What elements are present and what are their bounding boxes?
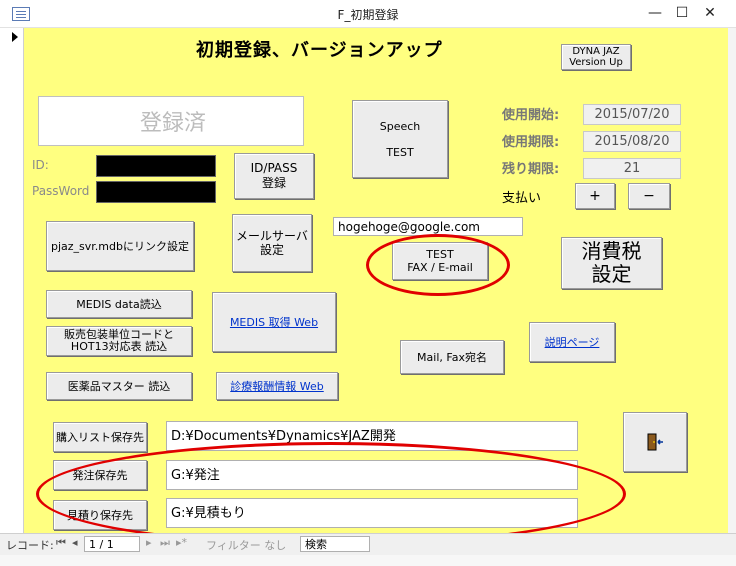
speech-test-button[interactable]: Speech TEST [352,100,448,178]
dyna-jaz-version-up-button[interactable]: DYNA JAZ Version Up [561,44,631,70]
order-path-field[interactable]: G:¥発注 [166,460,578,490]
order-save-button[interactable]: 発注保存先 [53,460,147,490]
remaining-label: 残り期限: [502,162,560,177]
exit-door-icon [647,433,663,451]
usage-end-label: 使用期限: [502,135,560,150]
drug-master-load-button[interactable]: 医薬品マスター 読込 [46,372,192,400]
id-field[interactable] [96,155,216,177]
medis-data-load-button[interactable]: MEDIS data読込 [46,290,192,318]
password-label: PassWord [32,184,90,198]
explain-page-link[interactable]: 説明ページ [545,336,600,349]
estimate-save-button[interactable]: 見積り保存先 [53,500,147,530]
hot13-load-button[interactable]: 販売包装単位コードと HOT13対応表 読込 [46,326,192,356]
last-record-icon[interactable]: ⏭ [160,536,170,550]
estimate-path-field[interactable]: G:¥見積もり [166,498,578,528]
consumption-tax-setting-button[interactable]: 消費税 設定 [561,237,662,289]
first-record-icon[interactable]: ⏮ [56,536,66,550]
purchase-list-path-field[interactable]: D:¥Documents¥Dynamics¥JAZ開発 [166,421,578,451]
explain-page-button[interactable]: 説明ページ [529,322,615,362]
filter-status[interactable]: フィルター なし [206,537,286,553]
id-label: ID: [32,158,49,172]
minimize-button[interactable]: — [643,4,667,22]
email-field[interactable]: hogehoge@google.com [333,217,523,236]
mail-fax-address-button[interactable]: Mail, Fax宛名 [400,340,504,374]
fee-info-web-link[interactable]: 診療報酬情報 Web [230,380,323,393]
usage-start-field: 2015/07/20 [583,104,681,125]
next-record-icon[interactable]: ▸ [146,536,152,549]
usage-start-label: 使用開始: [502,108,560,123]
close-button[interactable]: ✕ [698,4,722,22]
registration-status: 登録済 [38,96,304,146]
mail-server-setting-button[interactable]: メールサーバ 設定 [232,214,312,272]
test-fax-email-button[interactable]: TEST FAX / E-mail [392,242,488,280]
exit-button[interactable] [623,412,687,472]
search-input[interactable]: 検索 [300,536,370,552]
id-pass-register-button[interactable]: ID/PASS 登録 [234,153,314,199]
payment-label: 支払い [502,191,542,206]
payment-plus-button[interactable]: + [575,183,615,209]
password-field[interactable] [96,181,216,203]
record-number-field[interactable]: 1 / 1 [84,536,140,552]
previous-record-icon[interactable]: ◂ [72,536,78,549]
current-record-arrow-icon [12,32,18,42]
window-title: F_初期登録 [337,8,399,22]
medis-web-button[interactable]: MEDIS 取得 Web [212,292,336,352]
pjaz-link-setting-button[interactable]: pjaz_svr.mdbにリンク設定 [46,221,194,271]
purchase-list-save-button[interactable]: 購入リスト保存先 [53,422,147,452]
new-record-icon[interactable]: ▸* [176,536,187,549]
horizontal-scrollbar[interactable] [0,555,736,566]
fee-info-web-button[interactable]: 診療報酬情報 Web [216,372,338,400]
vertical-scrollbar[interactable] [728,28,736,533]
maximize-button[interactable]: ☐ [670,4,694,22]
form-heading: 初期登録、バージョンアップ [196,40,443,61]
payment-minus-button[interactable]: − [628,183,670,209]
record-selector[interactable] [0,28,24,533]
remaining-field: 21 [583,158,681,179]
usage-end-field: 2015/08/20 [583,131,681,152]
medis-web-link[interactable]: MEDIS 取得 Web [230,316,318,329]
record-label: レコード: [6,539,54,552]
